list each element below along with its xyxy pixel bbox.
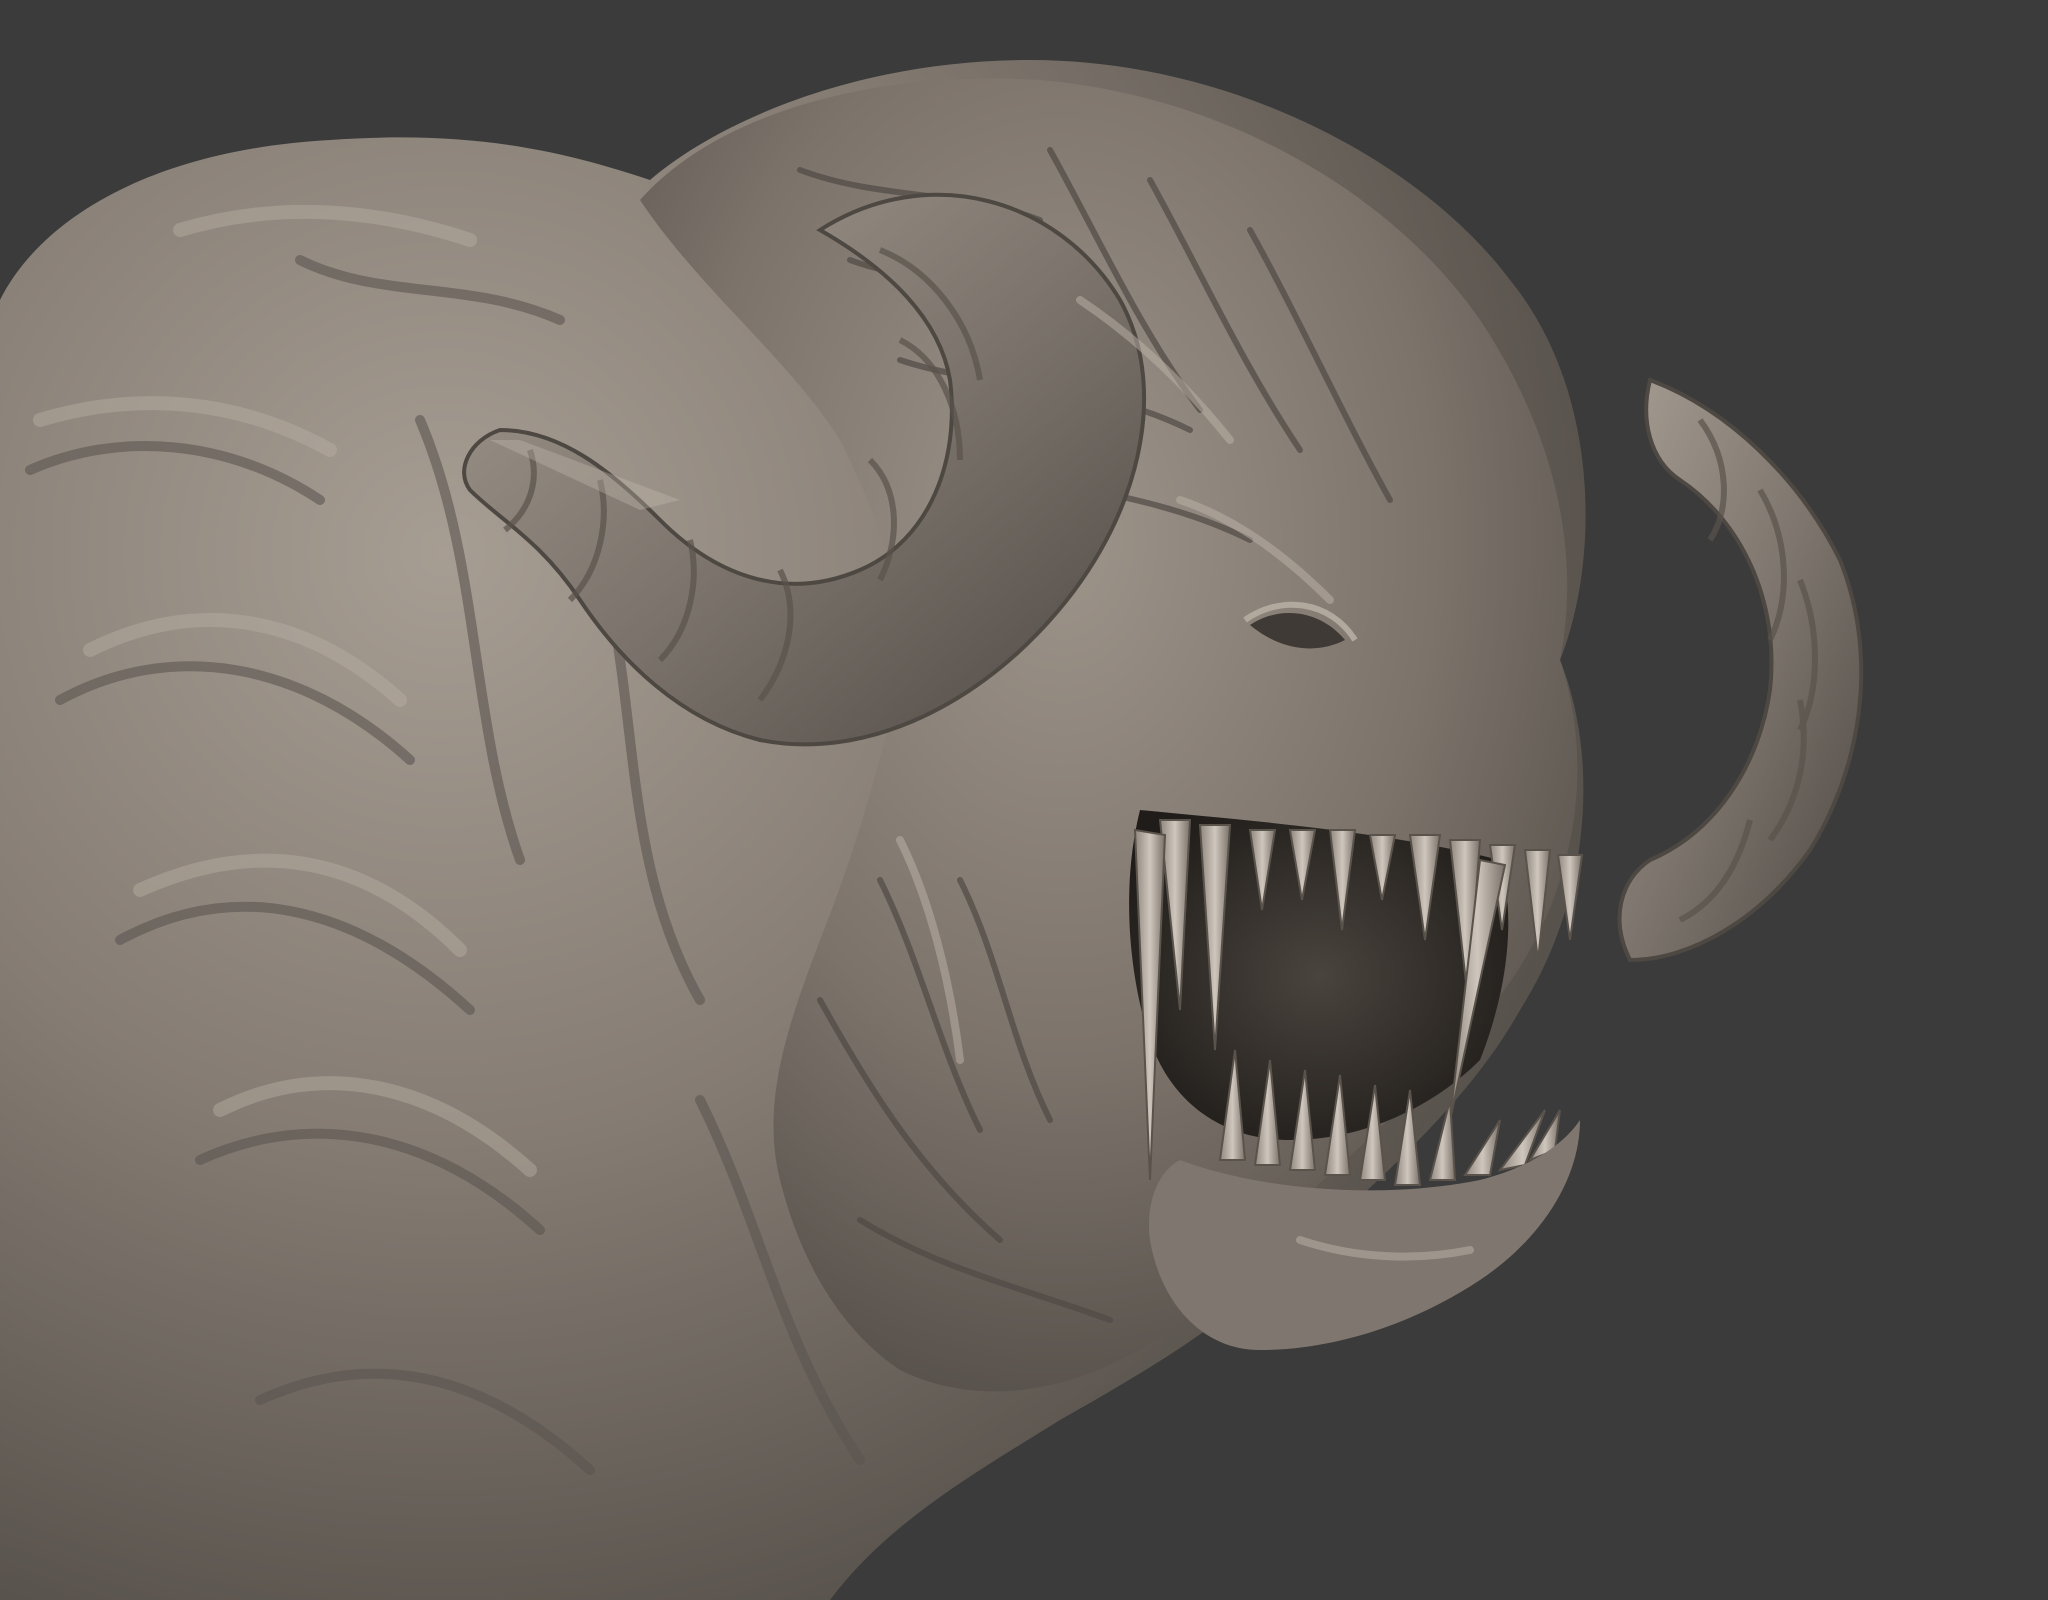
sculpt-viewport[interactable] — [0, 0, 2048, 1600]
viewport-canvas[interactable] — [0, 0, 2048, 1600]
